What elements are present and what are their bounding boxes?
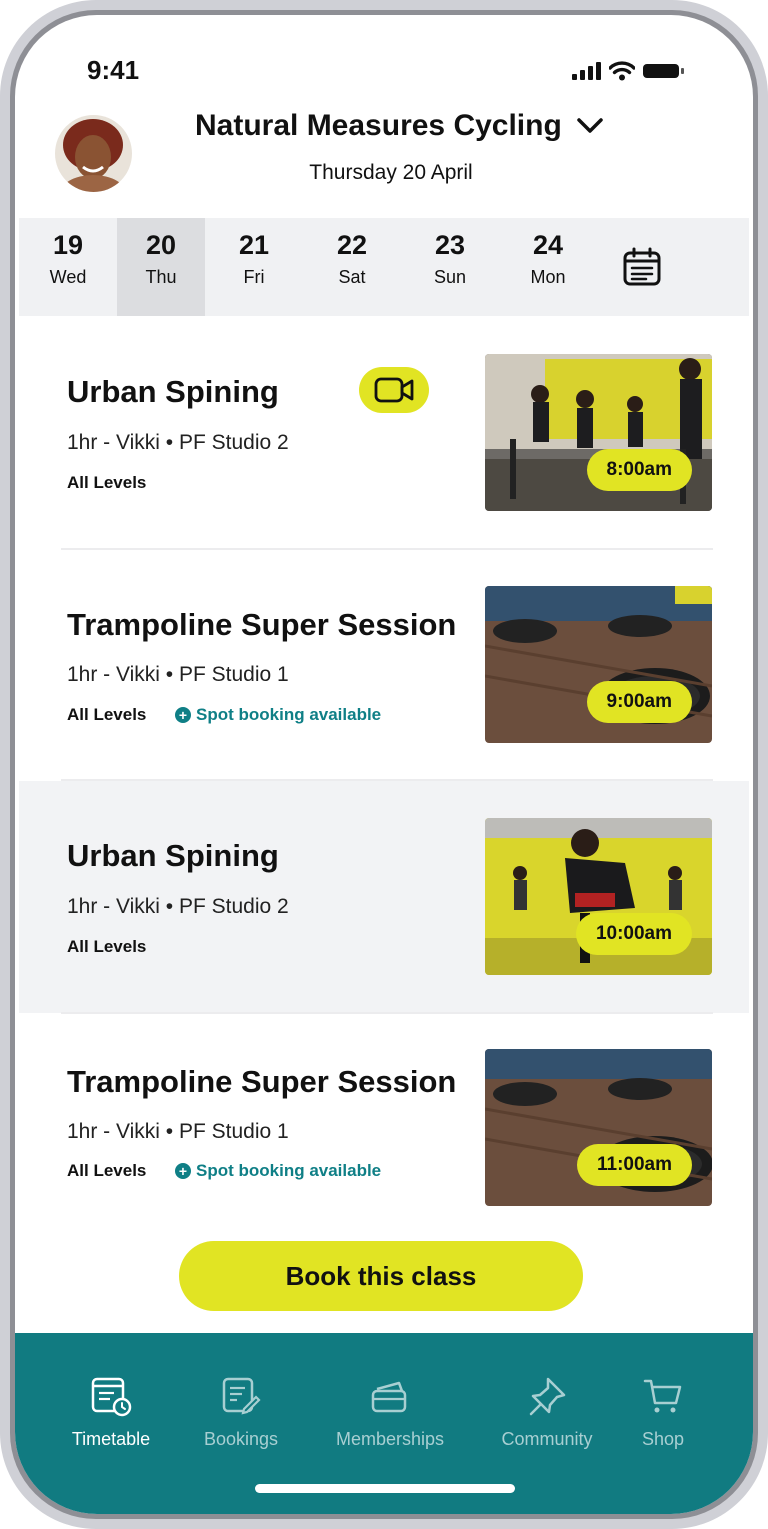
class-time: 10:00am [575,913,692,955]
spot-booking-link[interactable]: + Spot booking available [175,1161,381,1181]
spot-booking-label: Spot booking available [196,705,382,724]
day-item[interactable]: 21 Fri [205,218,303,316]
nav-item-memberships[interactable]: Memberships [331,1373,449,1450]
status-icons [572,61,685,81]
day-item[interactable]: 22 Sat [303,218,401,316]
class-title: Trampoline Super Session [67,1064,457,1099]
class-image: 11:00am [485,1049,712,1206]
app-screen: 9:41 Natural Measures Cycling Thursday 2… [15,15,753,1514]
spot-booking-label: Spot booking available [196,1161,382,1180]
shop-icon [643,1379,682,1413]
day-item[interactable]: 23 Sun [401,218,499,316]
home-indicator [255,1484,515,1493]
class-card[interactable]: Trampoline Super Session 1hr - Vikki • P… [19,550,749,782]
page-title: Natural Measures Cycling [195,109,562,142]
day-item[interactable]: 19 Wed [19,218,117,316]
battery-icon [643,64,684,78]
phone-bezel: 9:41 Natural Measures Cycling Thursday 2… [10,10,758,1519]
community-icon [529,1377,566,1416]
day-name: Thu [145,267,177,287]
timetable-icon [91,1377,132,1417]
location-selector[interactable]: Natural Measures Cycling [195,109,604,143]
video-camera-icon [374,377,414,403]
class-level: All Levels [67,937,147,956]
day-item[interactable]: 24 Mon [499,218,597,316]
class-time: 9:00am [586,681,692,723]
day-name: Sat [338,267,366,287]
class-card-selected[interactable]: Urban Spining 1hr - Vikki • PF Studio 2 … [19,781,749,1013]
day-number: 23 [434,230,466,260]
day-number: 24 [532,230,564,260]
class-image: 8:00am [485,354,712,511]
nav-label: Bookings [203,1429,279,1449]
nav-label: Timetable [71,1429,151,1449]
class-meta: 1hr - Vikki • PF Studio 2 [67,895,289,918]
status-time: 9:41 [87,55,140,85]
class-card[interactable]: Trampoline Super Session 1hr - Vikki • P… [19,1014,749,1246]
phone-frame: 9:41 Natural Measures Cycling Thursday 2… [0,0,768,1529]
plus-icon: + [175,1163,191,1179]
calendar-icon [623,247,661,286]
day-name: Sun [433,267,467,287]
day-name: Mon [530,267,566,287]
day-number: 20 [145,230,177,260]
nav-item-bookings[interactable]: Bookings [197,1373,285,1450]
calendar-button[interactable] [597,218,687,316]
class-level: All Levels [67,1161,147,1180]
class-level: All Levels [67,705,147,724]
day-number: 21 [238,230,270,260]
class-meta: 1hr - Vikki • PF Studio 1 [67,1120,289,1143]
nav-label: Community [501,1429,593,1449]
nav-label: Memberships [335,1429,445,1449]
class-time: 11:00am [576,1144,692,1186]
day-name: Fri [243,267,265,287]
class-title: Trampoline Super Session [67,607,457,642]
day-selector: 19 Wed 20 Thu 21 Fri 22 Sat 23 Sun 24 Mo… [19,218,749,316]
class-time: 8:00am [586,449,692,491]
class-card[interactable]: Urban Spining 1hr - Vikki • PF Studio 2 … [19,317,749,549]
class-image: 10:00am [485,818,712,975]
video-badge [359,367,429,413]
wifi-icon [609,61,635,81]
class-title: Urban Spining [67,838,279,873]
plus-icon: + [175,707,191,723]
spot-booking-link[interactable]: + Spot booking available [175,705,381,725]
nav-item-community[interactable]: Community [495,1373,599,1450]
nav-item-shop[interactable]: Shop [635,1373,691,1450]
nav-item-timetable[interactable]: Timetable [67,1373,155,1450]
bookings-icon [222,1377,261,1415]
day-number: 22 [336,230,368,260]
chevron-down-icon [577,118,603,133]
class-title: Urban Spining [67,374,279,409]
signal-icon [572,62,601,80]
class-meta: 1hr - Vikki • PF Studio 2 [67,431,289,454]
memberships-icon [371,1381,407,1413]
selected-date: Thursday 20 April [309,161,473,184]
day-name: Wed [49,267,87,287]
day-number: 19 [52,230,84,260]
day-item-selected[interactable]: 20 Thu [117,218,205,316]
book-class-button[interactable]: Book this class [179,1241,583,1311]
class-meta: 1hr - Vikki • PF Studio 1 [67,663,289,686]
class-image: 9:00am [485,586,712,743]
class-level: All Levels [67,473,147,492]
nav-label: Shop [641,1429,685,1449]
